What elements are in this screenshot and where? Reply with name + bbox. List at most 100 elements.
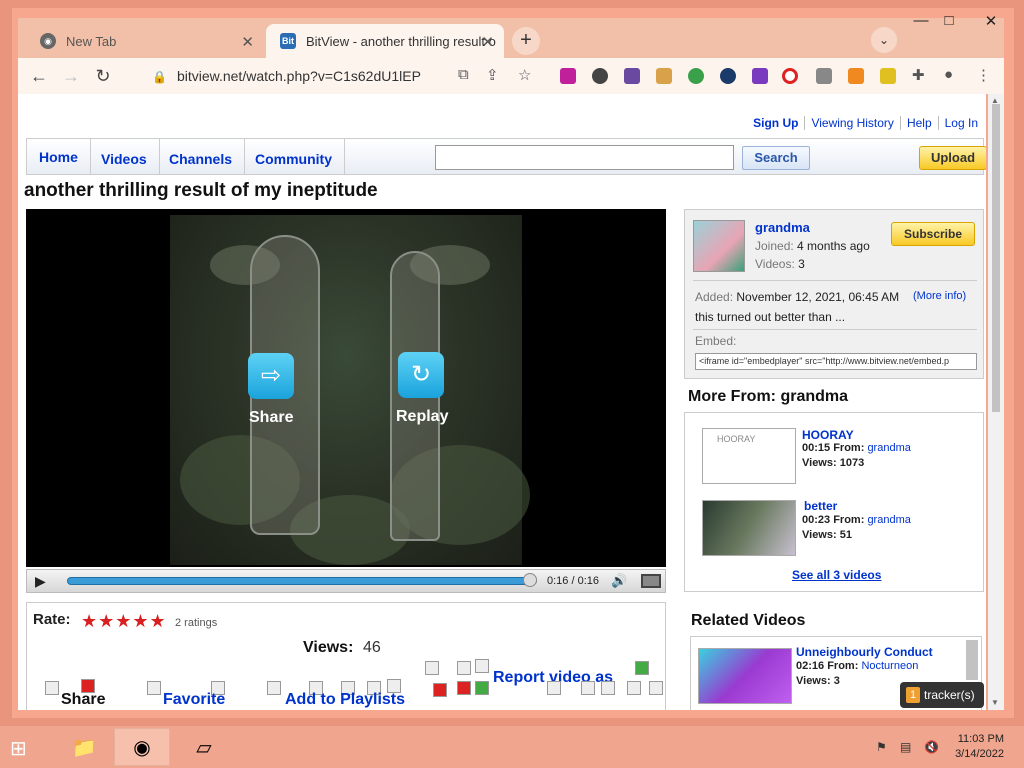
extension-icon[interactable]: [880, 68, 896, 84]
back-icon[interactable]: ←: [26, 64, 52, 90]
video-player[interactable]: ⇨ Share ↻ Replay: [26, 209, 666, 567]
scroll-thumb[interactable]: [992, 104, 1000, 412]
extension-icon[interactable]: [816, 68, 832, 84]
more-from-title: More From: grandma: [688, 388, 849, 405]
embed-code-field[interactable]: <iframe id="embedplayer" src="http://www…: [695, 353, 977, 370]
more-info-link[interactable]: (More info): [913, 290, 966, 302]
extension-icon[interactable]: [848, 68, 864, 84]
extension-icon[interactable]: [560, 68, 576, 84]
volume-tray-icon[interactable]: 🔇: [924, 740, 939, 754]
share-end-button[interactable]: ⇨: [248, 353, 294, 399]
lock-icon: 🔒: [152, 70, 167, 84]
extension-icon[interactable]: [624, 68, 640, 84]
close-icon[interactable]: ✕: [481, 33, 494, 51]
next-icon[interactable]: [601, 681, 615, 695]
related-video-title[interactable]: Unneighbourly Conduct: [796, 645, 933, 659]
rating-stars[interactable]: ★★★★★: [81, 611, 167, 632]
block-icon[interactable]: [782, 68, 798, 84]
favorite-action[interactable]: Favorite: [163, 691, 225, 709]
system-clock[interactable]: 11:03 PM 3/14/2022: [955, 732, 1004, 762]
more-video-title[interactable]: better: [804, 499, 837, 513]
log-in-link[interactable]: Log In: [937, 116, 984, 130]
uploader-panel: grandma Joined: 4 months ago Videos: 3 S…: [684, 209, 984, 379]
add-to-playlists-action[interactable]: Add to Playlists: [285, 691, 405, 709]
file-explorer-icon[interactable]: 📁: [56, 728, 112, 766]
cast-icon[interactable]: ⧉: [458, 66, 469, 83]
tab-search-icon[interactable]: ⌄: [871, 27, 897, 53]
prev-icon[interactable]: [581, 681, 595, 695]
video-thumbnail[interactable]: HOORAY: [702, 428, 796, 484]
extension-icon[interactable]: [752, 68, 768, 84]
scroll-down-icon[interactable]: ▼: [991, 698, 999, 707]
viewing-history-link[interactable]: Viewing History: [804, 116, 900, 130]
seek-bar[interactable]: [67, 577, 537, 585]
tracker-label: tracker(s): [924, 688, 975, 702]
related-scrollbar[interactable]: [966, 640, 978, 680]
search-input[interactable]: [435, 145, 734, 170]
puzzle-icon[interactable]: ✚: [912, 66, 925, 84]
chrome-taskbar-icon[interactable]: ◉: [114, 728, 170, 766]
forward-icon[interactable]: →: [58, 64, 84, 90]
new-tab-button[interactable]: +: [512, 27, 540, 55]
search-button[interactable]: Search: [742, 146, 810, 170]
nav-videos[interactable]: Videos: [89, 139, 160, 175]
share-end-label: Share: [249, 409, 294, 426]
video-description: this turned out better than ...: [695, 310, 846, 324]
thumbs-up-icon: [475, 659, 489, 673]
close-window-icon[interactable]: ✕: [976, 12, 1006, 30]
close-icon[interactable]: ✕: [241, 33, 254, 51]
videos-line: Videos: 3: [755, 257, 805, 271]
mail-icon: [547, 681, 561, 695]
video-title: another thrilling result of my ineptitud…: [24, 180, 378, 201]
fullscreen-icon[interactable]: [641, 574, 661, 588]
nav-channels[interactable]: Channels: [157, 139, 246, 175]
nav-home[interactable]: Home: [27, 139, 91, 175]
seek-handle[interactable]: [523, 573, 537, 587]
maximize-icon[interactable]: □: [934, 12, 964, 29]
play-icon[interactable]: ▶: [35, 573, 46, 590]
avatar[interactable]: [693, 220, 745, 272]
more-video-title[interactable]: HOORAY: [802, 428, 854, 442]
plus-icon[interactable]: [635, 661, 649, 675]
address-bar[interactable]: 🔒 bitview.net/watch.php?v=C1s62dU1lEP: [152, 64, 421, 89]
menu-icon[interactable]: ⋮: [976, 66, 991, 84]
share-icon: ⇨: [260, 362, 282, 389]
sign-up-link[interactable]: Sign Up: [747, 116, 804, 130]
reload-icon[interactable]: ↻: [90, 64, 116, 90]
network-tray-icon[interactable]: ▤: [900, 740, 911, 754]
tab-bitview[interactable]: Bit BitView - another thrilling result o…: [266, 24, 504, 58]
page-viewport: Sign Up Viewing History Help Log In Home Vi…: [18, 94, 986, 710]
flag-tray-icon[interactable]: ⚑: [876, 740, 887, 754]
subscribe-button[interactable]: Subscribe: [891, 222, 975, 246]
page-scrollbar[interactable]: ▲ ▼: [988, 94, 1004, 710]
bitview-icon: Bit: [280, 33, 296, 49]
more-video-views: Views: 51: [802, 529, 852, 541]
flag-icon: [433, 683, 447, 697]
views-value: 46: [363, 639, 381, 656]
extension-icon[interactable]: [656, 68, 672, 84]
help-link[interactable]: Help: [899, 116, 938, 130]
see-all-videos-link[interactable]: See all 3 videos: [792, 568, 881, 582]
minimize-icon[interactable]: —: [906, 12, 936, 29]
thumbs-down-icon: [457, 681, 471, 695]
extension-icon[interactable]: [592, 68, 608, 84]
bookmark-star-icon[interactable]: ☆: [518, 66, 531, 84]
share-icon[interactable]: ⇪: [486, 66, 499, 84]
windows-start-icon[interactable]: ⊞: [10, 736, 27, 761]
profile-icon[interactable]: ●: [944, 66, 953, 83]
share-action[interactable]: Share: [61, 691, 105, 709]
replay-button[interactable]: ↻: [398, 352, 444, 398]
uploader-name[interactable]: grandma: [755, 220, 810, 235]
volume-icon[interactable]: 🔊: [611, 573, 627, 589]
tab-new-tab[interactable]: ◉ New Tab ✕: [26, 24, 264, 58]
extension-icon[interactable]: [720, 68, 736, 84]
browser-toolbar: ← → ↻ 🔒 bitview.net/watch.php?v=C1s62dU1l…: [18, 58, 1004, 94]
extension-icon[interactable]: [688, 68, 704, 84]
tracker-badge[interactable]: 1 tracker(s): [900, 682, 984, 708]
upload-button[interactable]: Upload: [919, 146, 986, 170]
app-taskbar-icon[interactable]: ▱: [176, 728, 232, 766]
video-thumbnail[interactable]: [702, 500, 796, 556]
related-video-meta: 02:16 From: Nocturneon: [796, 660, 919, 672]
video-thumbnail[interactable]: [698, 648, 792, 704]
nav-community[interactable]: Community: [243, 139, 345, 175]
